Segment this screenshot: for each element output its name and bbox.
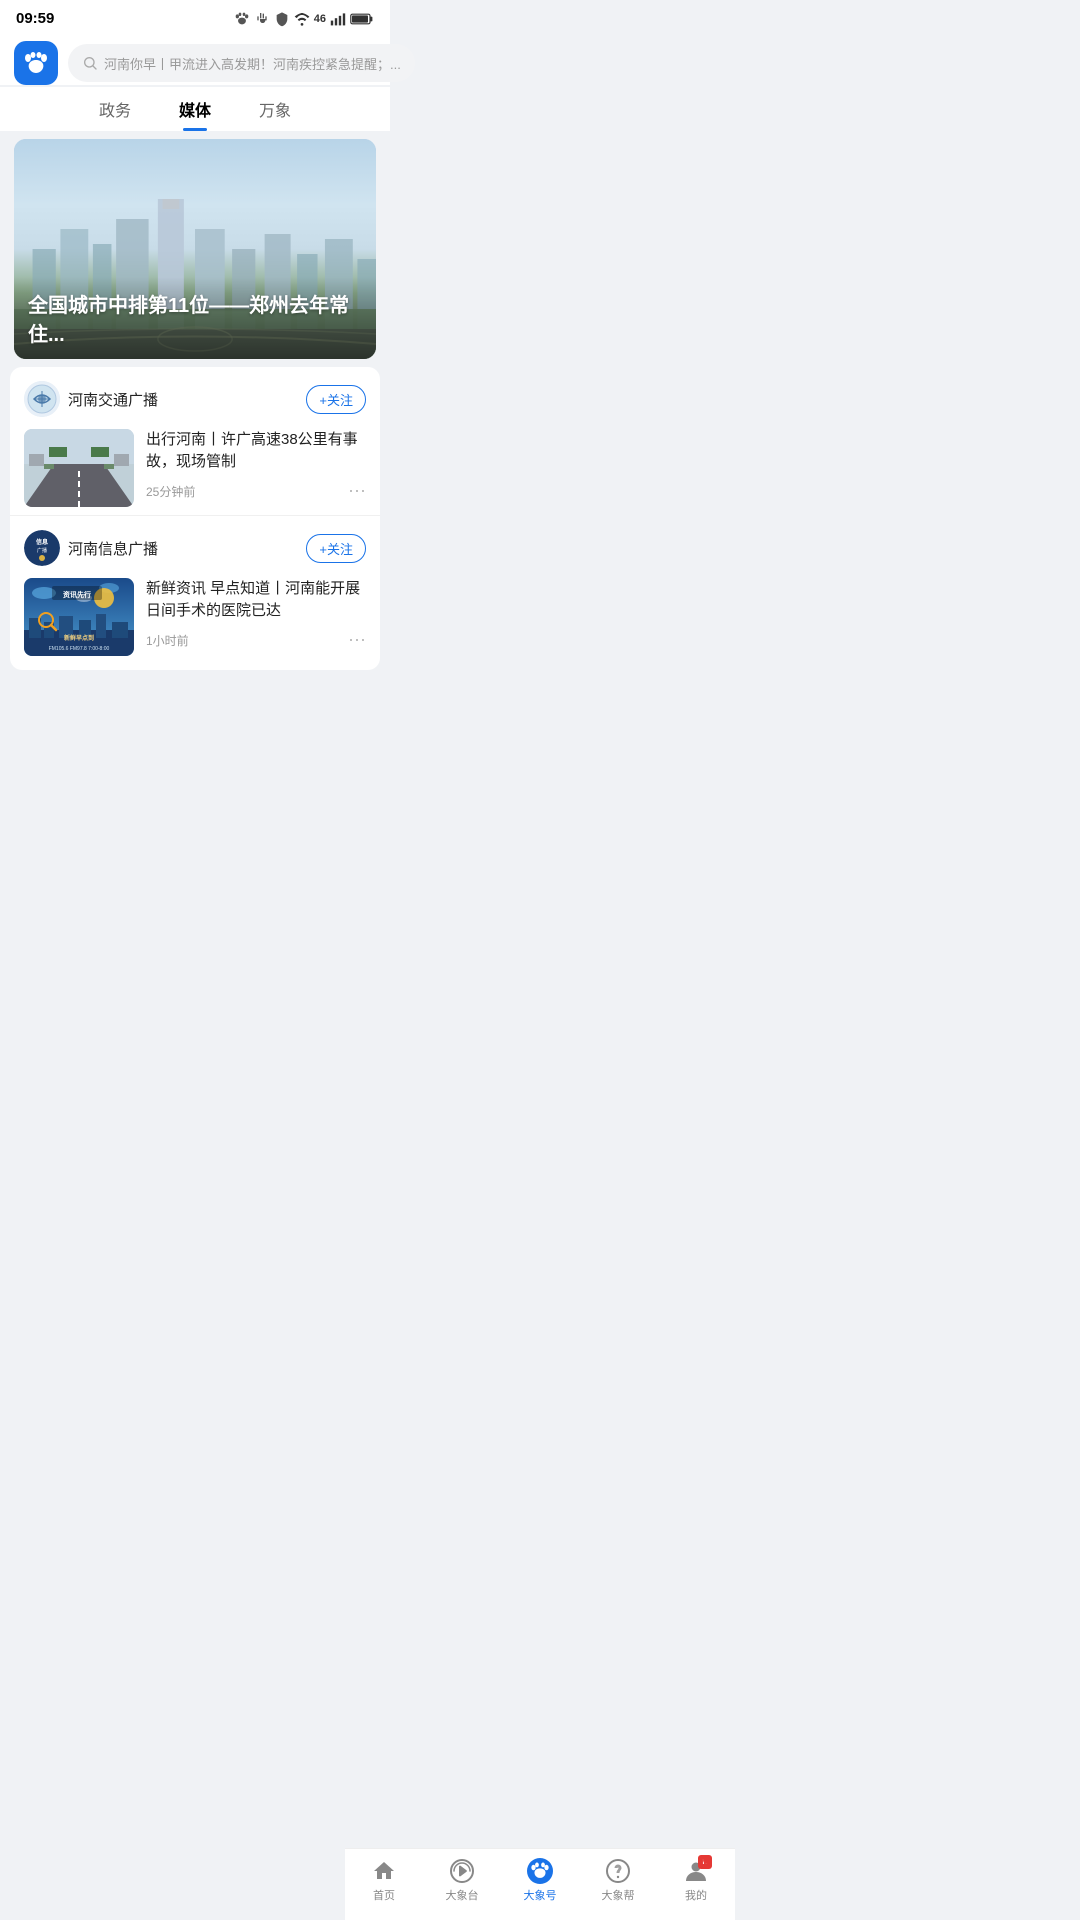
profile-badge: N bbox=[698, 1855, 712, 1869]
nav-profile[interactable]: N 我的 bbox=[666, 1858, 726, 1903]
tab-wanxiang[interactable]: 万象 bbox=[259, 97, 291, 131]
news-thumb-highway bbox=[24, 429, 134, 507]
svg-text:广播: 广播 bbox=[37, 547, 47, 554]
search-placeholder-text: 河南你早丨甲流进入高发期！河南疾控紧急提醒；... bbox=[104, 54, 401, 73]
elephant-paw-icon bbox=[527, 1858, 553, 1884]
header: 河南你早丨甲流进入高发期！河南疾控紧急提醒；... bbox=[0, 33, 390, 85]
status-time: 09:59 bbox=[16, 10, 54, 27]
profile-icon: N bbox=[683, 1858, 709, 1884]
bottom-nav: 首页 大象台 大象号 bbox=[345, 1848, 735, 1920]
svg-text:FM105.6 FM97.8 7:00-8:00: FM105.6 FM97.8 7:00-8:00 bbox=[49, 646, 110, 652]
svg-text:新鲜早点到: 新鲜早点到 bbox=[64, 634, 94, 642]
elephant-help-icon bbox=[605, 1858, 631, 1884]
news-time-1: 25分钟前 bbox=[146, 483, 195, 500]
nav-home-label: 首页 bbox=[373, 1887, 395, 1903]
channel-logo-1 bbox=[24, 381, 60, 417]
logo-icon bbox=[21, 48, 51, 78]
signal-icon bbox=[330, 12, 346, 26]
nav-elephant-tv[interactable]: 大象台 bbox=[432, 1858, 492, 1903]
4g-icon: 46 bbox=[314, 13, 326, 25]
app-logo[interactable] bbox=[14, 41, 58, 85]
paw-icon bbox=[234, 11, 250, 27]
news-time-2: 1小时前 bbox=[146, 632, 189, 649]
svg-text:资讯先行: 资讯先行 bbox=[63, 590, 91, 599]
news-meta-1: 25分钟前 ⋯ bbox=[146, 481, 366, 502]
channel-info-2: 信息 广播 河南信息广播 bbox=[24, 530, 158, 566]
status-bar: 09:59 46 bbox=[0, 0, 390, 33]
news-item-1[interactable]: 出行河南丨许广高速38公里有事故，现场管制 25分钟前 ⋯ bbox=[24, 429, 366, 507]
hand-icon bbox=[254, 11, 270, 27]
tab-zhengwu[interactable]: 政务 bbox=[99, 97, 131, 131]
news-thumb-broadcast: 资讯先行 新鲜早点到 FM105.6 FM97.8 7:00-8:00 bbox=[24, 578, 134, 656]
status-icons: 46 bbox=[234, 11, 374, 27]
search-bar[interactable]: 河南你早丨甲流进入高发期！河南疾控紧急提醒；... bbox=[68, 44, 415, 82]
news-meta-2: 1小时前 ⋯ bbox=[146, 630, 366, 651]
news-content-2: 新鲜资讯 早点知道丨河南能开展日间手术的医院已达 1小时前 ⋯ bbox=[146, 578, 366, 651]
news-item-2[interactable]: 资讯先行 新鲜早点到 FM105.6 FM97.8 7:00-8:00 新鲜资讯… bbox=[24, 578, 366, 656]
channel-card-jiaotong: 河南交通广播 +关注 bbox=[10, 367, 380, 516]
news-title-2: 新鲜资讯 早点知道丨河南能开展日间手术的医院已达 bbox=[146, 578, 366, 622]
channel-card-xinxi: 信息 广播 河南信息广播 +关注 bbox=[10, 516, 380, 664]
news-cards-container: 河南交通广播 +关注 bbox=[10, 367, 380, 670]
channel-header-2: 信息 广播 河南信息广播 +关注 bbox=[24, 530, 366, 566]
search-icon bbox=[82, 55, 98, 71]
elephant-tv-icon bbox=[449, 1858, 475, 1884]
nav-elephant-help-label: 大象帮 bbox=[602, 1887, 635, 1903]
svg-text:信息: 信息 bbox=[36, 538, 48, 546]
hero-title: 全国城市中排第11位——郑州去年常住... bbox=[28, 289, 362, 347]
channel-logo-2: 信息 广播 bbox=[24, 530, 60, 566]
nav-home[interactable]: 首页 bbox=[354, 1858, 414, 1903]
channel-name-2: 河南信息广播 bbox=[68, 538, 158, 559]
channel-header-1: 河南交通广播 +关注 bbox=[24, 381, 366, 417]
nav-elephant-tv-label: 大象台 bbox=[446, 1887, 479, 1903]
nav-profile-label: 我的 bbox=[685, 1887, 707, 1903]
hero-overlay: 全国城市中排第11位——郑州去年常住... bbox=[14, 277, 376, 359]
nav-elephant-help[interactable]: 大象帮 bbox=[588, 1858, 648, 1903]
wifi-icon bbox=[294, 12, 310, 26]
news-thumb-1 bbox=[24, 429, 134, 507]
news-thumb-2: 资讯先行 新鲜早点到 FM105.6 FM97.8 7:00-8:00 bbox=[24, 578, 134, 656]
channel-info-1: 河南交通广播 bbox=[24, 381, 158, 417]
tab-meiti[interactable]: 媒体 bbox=[179, 97, 211, 131]
more-icon-2[interactable]: ⋯ bbox=[348, 630, 366, 651]
nav-elephant-num-label: 大象号 bbox=[524, 1887, 557, 1903]
home-icon bbox=[371, 1858, 397, 1884]
shield-icon bbox=[274, 11, 290, 27]
channel-avatar-2[interactable]: 信息 广播 bbox=[24, 530, 60, 566]
news-title-1: 出行河南丨许广高速38公里有事故，现场管制 bbox=[146, 429, 366, 473]
nav-elephant-num[interactable]: 大象号 bbox=[510, 1858, 570, 1903]
follow-btn-1[interactable]: +关注 bbox=[306, 385, 366, 414]
hero-banner[interactable]: 全国城市中排第11位——郑州去年常住... bbox=[14, 139, 376, 359]
more-icon-1[interactable]: ⋯ bbox=[348, 481, 366, 502]
tabs-bar: 政务 媒体 万象 bbox=[0, 87, 390, 131]
channel-avatar-1[interactable] bbox=[24, 381, 60, 417]
follow-btn-2[interactable]: +关注 bbox=[306, 534, 366, 563]
news-content-1: 出行河南丨许广高速38公里有事故，现场管制 25分钟前 ⋯ bbox=[146, 429, 366, 502]
battery-icon bbox=[350, 12, 374, 26]
channel-name-1: 河南交通广播 bbox=[68, 389, 158, 410]
